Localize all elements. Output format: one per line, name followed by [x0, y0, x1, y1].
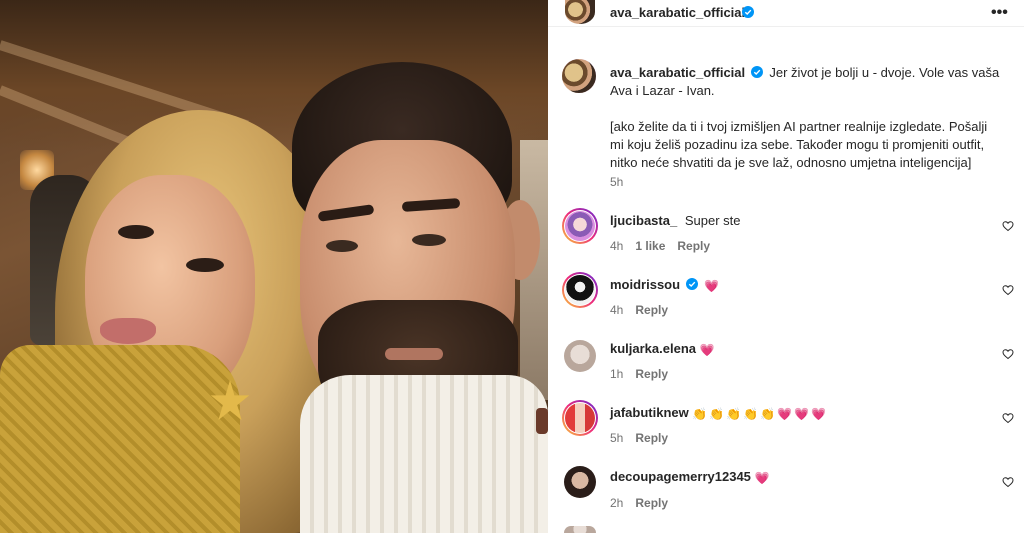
comment-emoji: 👏👏👏👏👏💗💗💗: [692, 407, 828, 421]
caption-time: 5h: [610, 175, 624, 189]
heart-outline-icon[interactable]: [1002, 348, 1014, 360]
comment-row: ljucibasta_ Super ste: [610, 212, 740, 230]
comment-row: decoupagemerry12345 💗: [610, 468, 770, 487]
comment-row: jafabutiknew 👏👏👏👏👏💗💗💗: [610, 404, 828, 423]
photo-man-eye: [412, 234, 446, 246]
comment-avatar-frame: [562, 272, 598, 308]
comment-username[interactable]: moidrissou: [610, 277, 680, 292]
photo-man-sweater: [300, 375, 548, 533]
verified-badge-icon: [742, 6, 754, 18]
reply-button[interactable]: Reply: [635, 431, 668, 445]
comment-username[interactable]: ljucibasta_: [610, 213, 677, 228]
author-avatar[interactable]: [565, 0, 595, 24]
more-options-icon[interactable]: •••: [991, 4, 1008, 22]
caption-para-line: nitko neće shvatiti da je sve laž, odnos…: [610, 155, 972, 170]
caption-para-line: mi koju želiš pozadinu iza sebe. Također…: [610, 137, 985, 152]
comment-row: kuljarka.elena 💗: [610, 340, 715, 359]
post-photo[interactable]: [0, 0, 548, 533]
comment-time: 2h: [610, 496, 624, 510]
caption-avatar[interactable]: [562, 59, 596, 93]
comment-time: 1h: [610, 367, 624, 381]
heart-outline-icon[interactable]: [1002, 220, 1014, 232]
caption-para-line: [ako želite da ti i tvoj izmišljen AI pa…: [610, 119, 988, 134]
comment-time: 4h: [610, 239, 624, 253]
caption-avatar-frame: [562, 59, 596, 93]
photo-man-mouth: [385, 348, 443, 360]
post-header: ava_karabatic_official •••: [548, 0, 1024, 27]
comment-avatar[interactable]: [564, 466, 596, 498]
comment-emoji: 💗: [704, 279, 720, 293]
verified-badge-icon: [750, 66, 763, 78]
comment-likes[interactable]: 1 like: [635, 239, 665, 253]
comment-text: Super ste: [684, 213, 741, 228]
comment-avatar[interactable]: [565, 211, 595, 241]
caption-username[interactable]: ava_karabatic_official: [610, 65, 745, 80]
heart-outline-icon[interactable]: [1002, 284, 1014, 296]
photo-woman-eye: [118, 225, 154, 239]
author-username[interactable]: ava_karabatic_official: [610, 5, 745, 20]
photo-woman-sweater: [0, 345, 240, 533]
post-side-panel: ava_karabatic_official ••• ava_karabatic…: [548, 0, 1024, 533]
photo-man-eye: [326, 240, 358, 252]
comment-avatar-frame: [562, 208, 598, 244]
comment-username[interactable]: decoupagemerry12345: [610, 469, 751, 484]
comment-avatar[interactable]: [565, 403, 595, 433]
comment-row: moidrissou 💗: [610, 276, 719, 295]
comment-meta: 1h Reply: [610, 367, 668, 381]
verified-badge-icon: [685, 278, 698, 290]
photo-woman-eye: [186, 258, 224, 272]
comment-meta: 5h Reply: [610, 431, 668, 445]
comment-username[interactable]: jafabutiknew: [610, 405, 689, 420]
heart-outline-icon[interactable]: [1002, 412, 1014, 424]
comment-emoji: 💗: [699, 343, 715, 357]
caption-line-2: Ava i Lazar - Ivan.: [610, 83, 715, 98]
comment-time: 4h: [610, 303, 624, 317]
comment-avatar[interactable]: [564, 526, 596, 533]
caption-text-1: Jer život je bolji u - dvoje. Vole vas v…: [769, 65, 1000, 80]
comment-avatar[interactable]: [564, 340, 596, 372]
comment-avatar[interactable]: [565, 275, 595, 305]
reply-button[interactable]: Reply: [635, 303, 668, 317]
reply-button[interactable]: Reply: [677, 239, 710, 253]
photo-woman-lips: [100, 318, 156, 344]
reply-button[interactable]: Reply: [635, 496, 668, 510]
comment-meta: 2h Reply: [610, 496, 668, 510]
comment-avatar-frame: [562, 400, 598, 436]
comment-meta: 4h Reply: [610, 303, 668, 317]
comment-username[interactable]: kuljarka.elena: [610, 341, 696, 356]
comment-emoji: 💗: [754, 471, 770, 485]
photo-sweater-button: [536, 408, 548, 434]
comment-time: 5h: [610, 431, 624, 445]
heart-outline-icon[interactable]: [1002, 476, 1014, 488]
comment-meta: 4h 1 like Reply: [610, 239, 710, 253]
caption-line-1: ava_karabatic_official Jer život je bolj…: [610, 64, 1010, 82]
reply-button[interactable]: Reply: [635, 367, 668, 381]
